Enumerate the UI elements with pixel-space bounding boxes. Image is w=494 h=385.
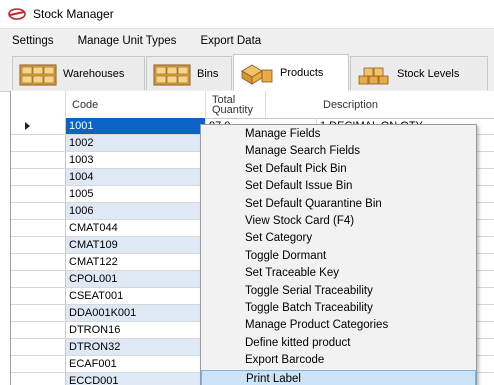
row-indicator[interactable] [11, 118, 66, 134]
title-bar: Stock Manager [0, 0, 494, 29]
column-header-total-quantity[interactable]: Total Quantity [206, 91, 266, 118]
menu-item-print-label[interactable]: Print Label [201, 369, 476, 385]
tab-bins[interactable]: Bins [146, 56, 232, 90]
cell-code[interactable]: DTRON32 [66, 339, 206, 355]
row-indicator[interactable] [11, 254, 66, 270]
menu-export-data[interactable]: Export Data [188, 29, 273, 53]
menu-bar: Settings Manage Unit Types Export Data [0, 29, 494, 53]
column-header-description[interactable]: Description [317, 91, 494, 118]
cell-code[interactable]: CMAT122 [66, 254, 206, 270]
grid-header: Code Total Quantity Description [11, 91, 494, 119]
cell-code[interactable]: 1001 [66, 118, 206, 134]
cell-code[interactable]: ECAF001 [66, 356, 206, 372]
menu-item-define-kitted-product[interactable]: Define kitted product [201, 335, 476, 352]
products-icon [241, 64, 273, 85]
cell-code[interactable]: CSEAT001 [66, 288, 206, 304]
cell-code[interactable]: 1003 [66, 152, 206, 168]
context-menu: Manage Fields Manage Search Fields Set Def… [200, 124, 477, 385]
menu-item-set-default-pick-bin[interactable]: Set Default Pick Bin [201, 161, 476, 178]
menu-item-toggle-dormant[interactable]: Toggle Dormant [201, 248, 476, 265]
cell-code[interactable]: CMAT044 [66, 220, 206, 236]
row-indicator[interactable] [11, 271, 66, 287]
menu-item-set-default-quarantine-bin[interactable]: Set Default Quarantine Bin [201, 196, 476, 213]
warehouse-icon [19, 64, 57, 85]
menu-item-set-traceable-key[interactable]: Set Traceable Key [201, 265, 476, 282]
row-indicator[interactable] [11, 305, 66, 321]
window-title: Stock Manager [33, 7, 114, 21]
stock-manager-window: Stock Manager Settings Manage Unit Types… [0, 0, 494, 385]
row-indicator[interactable] [11, 220, 66, 236]
row-indicator[interactable] [11, 322, 66, 338]
tab-strip: Warehouses Bins Products Stock Levels [0, 53, 494, 92]
menu-item-set-category[interactable]: Set Category [201, 230, 476, 247]
tab-warehouses-label: Warehouses [63, 67, 125, 80]
cell-code[interactable]: CPOL001 [66, 271, 206, 287]
row-indicator[interactable] [11, 135, 66, 151]
row-indicator[interactable] [11, 356, 66, 372]
tab-products-label: Products [280, 67, 324, 79]
tab-stock-levels-label: Stock Levels [397, 67, 460, 80]
menu-manage-unit-types[interactable]: Manage Unit Types [66, 29, 189, 53]
menu-item-toggle-serial-traceability[interactable]: Toggle Serial Traceability [201, 283, 476, 300]
menu-settings[interactable]: Settings [0, 29, 66, 53]
menu-item-toggle-batch-traceability[interactable]: Toggle Batch Traceability [201, 300, 476, 317]
row-indicator[interactable] [11, 237, 66, 253]
app-logo-icon [8, 8, 26, 20]
cell-code[interactable]: DTRON16 [66, 322, 206, 338]
cell-code[interactable]: ECCD001 [66, 373, 206, 385]
row-header-corner [11, 91, 66, 118]
row-indicator[interactable] [11, 203, 66, 219]
menu-item-view-stock-card-f4[interactable]: View Stock Card (F4) [201, 213, 476, 230]
bins-icon [153, 64, 191, 85]
row-indicator[interactable] [11, 169, 66, 185]
tab-warehouses[interactable]: Warehouses [12, 56, 145, 90]
current-row-arrow-icon [25, 122, 30, 130]
row-indicator[interactable] [11, 288, 66, 304]
column-header-code[interactable]: Code [66, 91, 206, 118]
cell-code[interactable]: 1006 [66, 203, 206, 219]
stock-levels-icon [358, 67, 389, 84]
tab-bins-label: Bins [197, 67, 219, 80]
menu-item-set-default-issue-bin[interactable]: Set Default Issue Bin [201, 178, 476, 195]
row-indicator[interactable] [11, 152, 66, 168]
menu-item-manage-product-categories[interactable]: Manage Product Categories [201, 317, 476, 334]
cell-code[interactable]: 1002 [66, 135, 206, 151]
tab-stock-levels[interactable]: Stock Levels [350, 56, 488, 90]
menu-item-export-barcode[interactable]: Export Barcode [201, 352, 476, 369]
cell-code[interactable]: CMAT109 [66, 237, 206, 253]
menu-item-manage-fields[interactable]: Manage Fields [201, 126, 476, 143]
cell-code[interactable]: DDA001K001 [66, 305, 206, 321]
cell-code[interactable]: 1004 [66, 169, 206, 185]
tab-products[interactable]: Products [233, 54, 349, 91]
cell-code[interactable]: 1005 [66, 186, 206, 202]
menu-item-manage-search-fields[interactable]: Manage Search Fields [201, 143, 476, 160]
row-indicator[interactable] [11, 373, 66, 385]
row-indicator[interactable] [11, 339, 66, 355]
row-indicator[interactable] [11, 186, 66, 202]
